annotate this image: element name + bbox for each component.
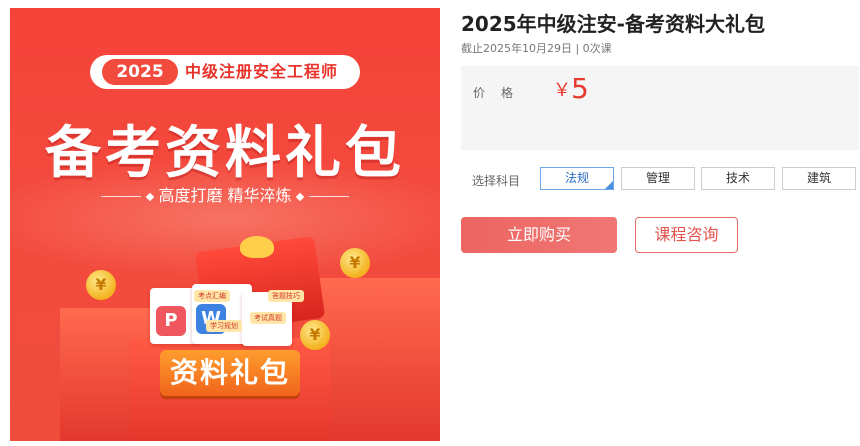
- price-amount: 5: [571, 72, 589, 105]
- slogan-right: 精华淬炼: [227, 186, 292, 205]
- subject-option-technology[interactable]: 技术: [701, 167, 775, 190]
- price-value: ￥5: [553, 72, 589, 105]
- product-title: 2025年中级注安-备考资料大礼包: [461, 12, 765, 36]
- tag-label: 学习规划: [206, 320, 242, 332]
- price-panel: 价格 ￥5: [461, 66, 859, 150]
- subject-label: 选择科目: [472, 174, 521, 188]
- divider-line: [308, 196, 349, 197]
- currency-symbol: ￥: [553, 80, 571, 101]
- banner-headline: 备考资料礼包: [45, 121, 405, 186]
- pedestal-right: [320, 278, 440, 441]
- coin-icon: ¥: [86, 270, 116, 300]
- product-meta: 截止2025年10月29日 | 0次课: [461, 42, 612, 55]
- subject-option-construction[interactable]: 建筑: [782, 167, 856, 190]
- price-label: 价格: [473, 86, 530, 100]
- coin-icon: ¥: [340, 248, 370, 278]
- banner-slogan: 高度打磨 精华淬炼: [10, 184, 440, 208]
- tag-label: 考点汇编: [194, 290, 230, 302]
- subject-option-management[interactable]: 管理: [621, 167, 695, 190]
- banner-exam-name: 中级注册安全工程师: [185, 62, 339, 81]
- buy-now-button[interactable]: 立即购买: [461, 217, 617, 253]
- package-label: 资料礼包: [160, 350, 300, 396]
- course-consult-button[interactable]: 课程咨询: [635, 217, 738, 253]
- divider-line: [101, 196, 142, 197]
- tag-label: 答题技巧: [268, 290, 304, 302]
- banner-year-badge: 2025: [102, 59, 178, 85]
- coin-icon: ¥: [300, 320, 330, 350]
- product-banner-image: 2025 中级注册安全工程师 备考资料礼包 高度打磨 精华淬炼 ¥ ¥ ¥ P …: [10, 8, 440, 441]
- diamond-icon: [146, 192, 155, 201]
- diamond-icon: [295, 192, 304, 201]
- tag-label: 考试真题: [250, 312, 286, 324]
- gift-ribbon-icon: [240, 236, 274, 258]
- slogan-left: 高度打磨: [158, 186, 223, 205]
- banner-exam-pill: 2025 中级注册安全工程师: [90, 55, 360, 89]
- subject-option-law[interactable]: 法规: [540, 167, 614, 190]
- pdf-icon: P: [156, 306, 186, 336]
